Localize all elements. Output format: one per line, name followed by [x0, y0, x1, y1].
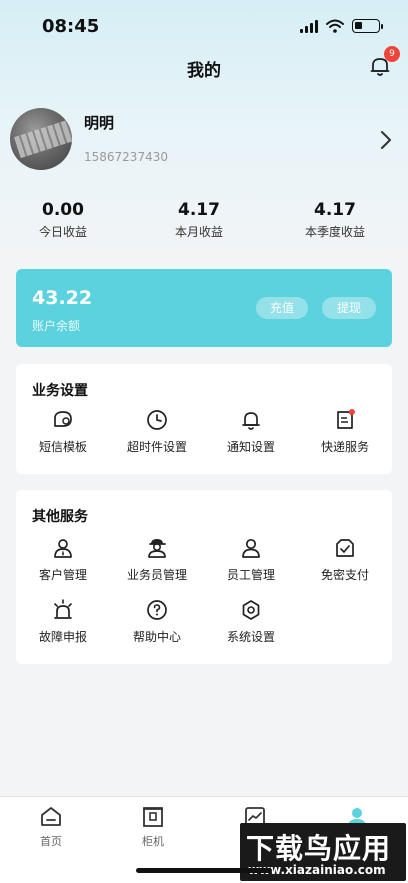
balance-card: 43.22 账户余额 充值 提现 [16, 269, 392, 347]
notification-badge: 9 [384, 46, 400, 62]
menu-item-label: 业务员管理 [126, 568, 187, 582]
stat-month: 4.17 本月收益 [139, 200, 259, 240]
section-title: 业务设置 [32, 383, 88, 399]
sms-template-icon [54, 411, 72, 427]
status-bar: 08:45 [0, 0, 408, 54]
stat-quarter: 4.17 本季度收益 [275, 200, 395, 240]
earnings-stats: 0.00 今日收益 4.17 本月收益 4.17 本季度收益 [0, 200, 408, 244]
menu-item-fault-report[interactable]: 故障申报 [16, 598, 110, 650]
tab-label: 首页 [40, 835, 62, 848]
home-indicator [136, 868, 272, 873]
user-phone: 15867237430 [84, 150, 168, 164]
menu-item-express-service[interactable]: 快递服务 [298, 408, 392, 460]
help-icon [147, 600, 167, 620]
menu-item-label: 通知设置 [226, 440, 275, 454]
other-services-card: 其他服务 客户管理 业务员管理 员工管理 免密支付 故障申报 帮助中心 系统设置 [16, 490, 392, 664]
menu-item-label: 客户管理 [38, 568, 87, 582]
balance-label: 账户余额 [32, 319, 81, 333]
chevron-right-icon[interactable] [380, 130, 392, 150]
section-title: 其他服务 [32, 509, 88, 525]
watermark-title: 下载鸟应用 [246, 832, 392, 865]
status-time: 08:45 [42, 16, 100, 37]
menu-item-system-settings[interactable]: 系统设置 [204, 598, 298, 650]
tab-home[interactable]: 首页 [0, 805, 102, 849]
menu-item-label: 系统设置 [226, 630, 275, 644]
withdraw-button[interactable]: 提现 [322, 297, 376, 319]
menu-item-help-center[interactable]: 帮助中心 [110, 598, 204, 650]
menu-item-label: 故障申报 [38, 630, 87, 644]
business-settings-card: 业务设置 短信模板 超时件设置 通知设置 快递服务 [16, 364, 392, 474]
payment-icon [336, 539, 354, 557]
menu-item-notification-settings[interactable]: 通知设置 [204, 408, 298, 460]
menu-item-label: 超时件设置 [126, 440, 187, 454]
menu-item-label: 帮助中心 [132, 630, 181, 644]
document-icon [337, 409, 355, 429]
page-title: 我的 [187, 61, 221, 81]
status-icons [300, 19, 383, 33]
customer-icon [54, 539, 72, 558]
profile-section[interactable]: 明明 15867237430 [0, 100, 408, 180]
notification-button[interactable]: 9 [368, 46, 400, 80]
stat-value: 4.17 [314, 200, 356, 220]
user-name: 明明 [84, 114, 115, 132]
bell-icon [242, 412, 260, 430]
menu-item-courier-management[interactable]: 业务员管理 [110, 536, 204, 588]
home-icon [41, 807, 61, 826]
tab-label: 柜机 [142, 835, 164, 848]
tab-cabinet[interactable]: 柜机 [102, 805, 204, 849]
menu-item-label: 免密支付 [320, 568, 369, 582]
menu-item-timeout-settings[interactable]: 超时件设置 [110, 408, 204, 460]
wifi-icon [326, 19, 344, 33]
cabinet-icon [143, 807, 163, 827]
avatar[interactable] [10, 108, 72, 170]
menu-item-label: 员工管理 [226, 568, 275, 582]
courier-icon [148, 539, 166, 558]
menu-item-label: 短信模板 [38, 440, 87, 454]
battery-icon [352, 19, 383, 33]
signal-icon [300, 19, 318, 33]
stat-value: 0.00 [42, 200, 84, 220]
staff-icon [242, 538, 260, 558]
clock-icon [147, 410, 167, 430]
stat-value: 4.17 [178, 200, 220, 220]
menu-item-customer-management[interactable]: 客户管理 [16, 536, 110, 588]
stat-label: 本季度收益 [304, 225, 365, 239]
recharge-button[interactable]: 充值 [256, 297, 308, 319]
stat-label: 本月收益 [174, 225, 223, 239]
settings-icon [242, 600, 260, 620]
balance-amount: 43.22 [32, 287, 93, 309]
alarm-icon [54, 599, 72, 619]
menu-item-password-free-payment[interactable]: 免密支付 [298, 536, 392, 588]
menu-item-label: 快递服务 [320, 440, 369, 454]
menu-item-sms-template[interactable]: 短信模板 [16, 408, 110, 460]
stat-today: 0.00 今日收益 [3, 200, 123, 240]
menu-item-staff-management[interactable]: 员工管理 [204, 536, 298, 588]
stat-label: 今日收益 [38, 225, 87, 239]
